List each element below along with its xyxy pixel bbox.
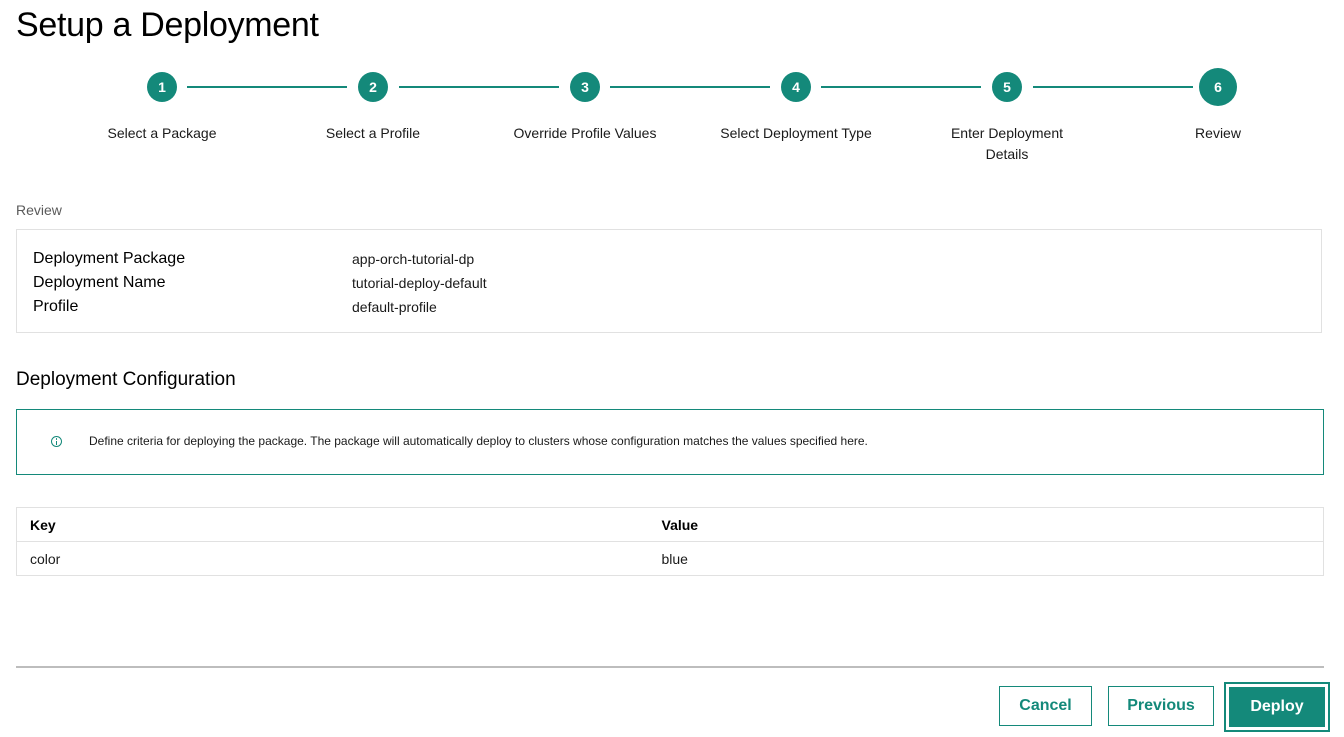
footer-divider: [16, 666, 1324, 668]
review-value: tutorial-deploy-default: [352, 275, 487, 291]
step-label: Override Profile Values: [513, 125, 657, 141]
stepper: 1 Select a Package 2 Select a Profile 3 …: [0, 68, 1344, 178]
table-cell-key: color: [16, 541, 649, 576]
step-label: Select a Profile: [325, 125, 421, 141]
deploy-button[interactable]: Deploy: [1229, 687, 1325, 727]
review-value: app-orch-tutorial-dp: [352, 251, 475, 267]
step-number: 4: [781, 72, 811, 102]
step-number: 5: [992, 72, 1022, 102]
review-summary: Deployment Package app-orch-tutorial-dp …: [16, 229, 1322, 333]
step-label: Review: [1195, 125, 1241, 141]
configuration-table: Key Value color blue: [16, 507, 1324, 576]
info-banner: Define criteria for deploying the packag…: [16, 409, 1324, 475]
step-label: Enter Deployment Details: [950, 125, 1064, 162]
review-key: Deployment Package: [33, 250, 186, 267]
column-header-value: Value: [648, 507, 1324, 542]
step-label: Select Deployment Type: [720, 125, 872, 141]
previous-button[interactable]: Previous: [1108, 686, 1214, 726]
page-title: Setup a Deployment: [16, 6, 319, 44]
setup-deployment-page: Setup a Deployment 1 Select a Package 2 …: [0, 0, 1344, 737]
step-override-profile-values[interactable]: 3 Override Profile Values: [495, 68, 675, 144]
info-icon: [51, 436, 62, 447]
column-header-key: Key: [16, 507, 649, 542]
table-cell-value: blue: [648, 541, 1324, 576]
deployment-configuration-title: Deployment Configuration: [16, 369, 236, 390]
deploy-button-focus-ring: Deploy: [1224, 682, 1330, 732]
step-label: Select a Package: [107, 125, 217, 141]
step-review[interactable]: 6 Review: [1128, 68, 1308, 144]
step-select-deployment-type[interactable]: 4 Select Deployment Type: [706, 68, 886, 144]
cancel-button[interactable]: Cancel: [999, 686, 1092, 726]
review-section-label: Review: [16, 202, 62, 218]
step-enter-deployment-details[interactable]: 5 Enter Deployment Details: [917, 68, 1097, 165]
step-select-profile[interactable]: 2 Select a Profile: [283, 68, 463, 144]
table-header-row: Key Value: [16, 507, 1324, 542]
step-number: 3: [570, 72, 600, 102]
table-row: color blue: [16, 541, 1324, 576]
review-value: default-profile: [352, 299, 437, 315]
step-number: 2: [358, 72, 388, 102]
step-number: 1: [147, 72, 177, 102]
step-number: 6: [1199, 68, 1237, 106]
review-key: Profile: [33, 298, 79, 315]
review-key: Deployment Name: [33, 274, 166, 291]
info-text: Define criteria for deploying the packag…: [89, 434, 868, 448]
step-select-package[interactable]: 1 Select a Package: [72, 68, 252, 144]
